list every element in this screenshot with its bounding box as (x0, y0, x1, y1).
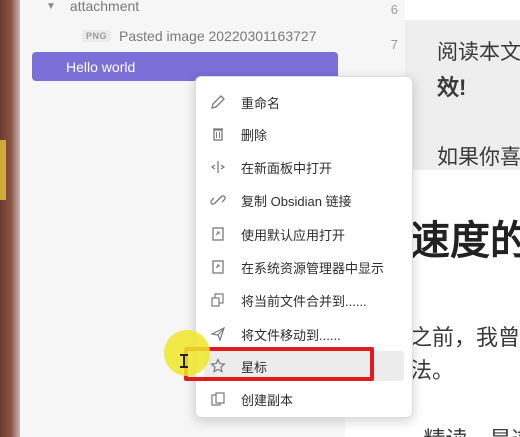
trash-icon (208, 124, 228, 144)
split-pane-icon (208, 157, 228, 177)
menu-item-label: 复制 Obsidian 链接 (241, 193, 352, 209)
menu-item-show-in-explorer[interactable]: 在系统资源管理器中显示 (204, 252, 404, 282)
merge-icon (208, 290, 228, 310)
menu-item-duplicate[interactable]: 创建副本 (204, 384, 404, 414)
menu-item-label: 在系统资源管理器中显示 (241, 260, 385, 276)
editor-heading: 速度的 (410, 219, 520, 263)
link-icon (208, 190, 228, 210)
file-label: Pasted image 20220301163727 (119, 28, 317, 44)
folder-label: attachment (69, 0, 140, 14)
menu-item-delete[interactable]: 删除 (204, 119, 404, 149)
window-edge (0, 0, 20, 437)
highlight-annotation (184, 347, 374, 381)
menu-item-move-file[interactable]: 将文件移动到...... (204, 319, 404, 349)
menu-item-label: 将当前文件合并到...... (241, 293, 367, 309)
editor-text-line: 效! (437, 75, 467, 100)
editor-text-line: 法。 (410, 358, 455, 383)
chevron-down-icon[interactable]: ▼ (46, 1, 56, 12)
menu-item-open-new-pane[interactable]: 在新面板中打开 (204, 152, 404, 182)
menu-item-label: 在新面板中打开 (241, 160, 333, 176)
mouse-cursor-icon (180, 354, 188, 368)
menu-item-open-default-app[interactable]: 使用默认应用打开 (204, 219, 404, 249)
tree-folder-attachment[interactable]: ▼ attachment (20, 0, 371, 20)
menu-item-label: 删除 (241, 127, 268, 143)
menu-item-merge-file[interactable]: 将当前文件合并到...... (204, 285, 404, 315)
open-file-icon (208, 224, 228, 244)
open-file-icon (208, 257, 228, 277)
cursor-highlight (164, 330, 210, 376)
editor-text-line: 阅读本文 (437, 41, 520, 64)
active-file-label: Hello world (66, 58, 136, 75)
menu-item-label: 重命名 (241, 95, 281, 111)
menu-item-label: 创建副本 (241, 392, 294, 408)
send-icon (208, 324, 228, 344)
menu-item-rename[interactable]: 重命名 (204, 87, 404, 117)
copy-icon (208, 389, 228, 409)
menu-item-copy-link[interactable]: 复制 Obsidian 链接 (204, 185, 404, 215)
menu-item-label: 使用默认应用打开 (241, 227, 346, 243)
file-type-badge: PNG (82, 30, 112, 42)
line-number: 7 (390, 37, 398, 52)
editor-text-line: 如果你喜 (437, 146, 520, 169)
editor-text-line: - 精读，是这 (410, 422, 520, 437)
line-number: 6 (390, 2, 398, 17)
menu-item-label: 将文件移动到...... (241, 327, 341, 343)
editor-text-line: 之前，我曾 (410, 325, 520, 350)
pencil-icon (208, 92, 228, 112)
window-edge-accent (0, 140, 6, 200)
